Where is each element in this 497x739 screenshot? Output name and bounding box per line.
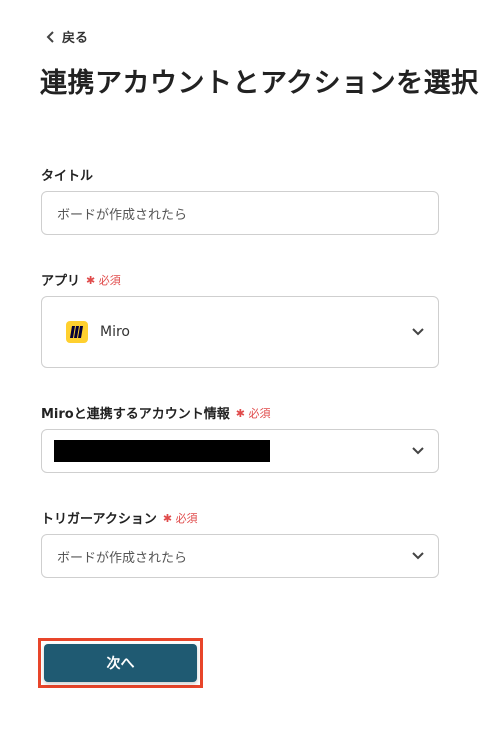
redacted-account-value [54,440,270,462]
title-input-value: ボードが作成されたら [57,207,188,223]
back-link[interactable]: 戻る [46,27,88,46]
chevron-down-icon [412,447,424,455]
trigger-select-value: ボードが作成されたら [57,550,188,566]
trigger-select[interactable]: ボードが作成されたら [41,534,439,578]
next-button-highlight: 次へ [38,638,203,688]
chevron-down-icon [412,328,424,336]
page-title: 連携アカウントとアクションを選択 [40,68,479,99]
miro-logo-icon [66,321,88,343]
app-select[interactable]: Miro [41,296,439,368]
next-button[interactable]: 次へ [44,644,197,682]
account-select[interactable] [41,429,439,473]
account-field-label: Miroと連携するアカウント情報 ✱ 必須 [41,406,271,423]
required-badge: ✱ 必須 [162,511,198,525]
app-select-value: Miro [100,324,130,340]
chevron-left-icon [46,30,54,43]
title-field-label: タイトル [41,169,94,184]
chevron-down-icon [412,552,424,560]
back-label: 戻る [62,31,89,46]
app-field-label: アプリ ✱ 必須 [41,273,121,290]
required-badge: ✱ 必須 [235,406,271,420]
required-badge: ✱ 必須 [86,273,121,287]
trigger-field-label: トリガーアクション ✱ 必須 [41,511,198,528]
title-input[interactable]: ボードが作成されたら [41,191,439,235]
